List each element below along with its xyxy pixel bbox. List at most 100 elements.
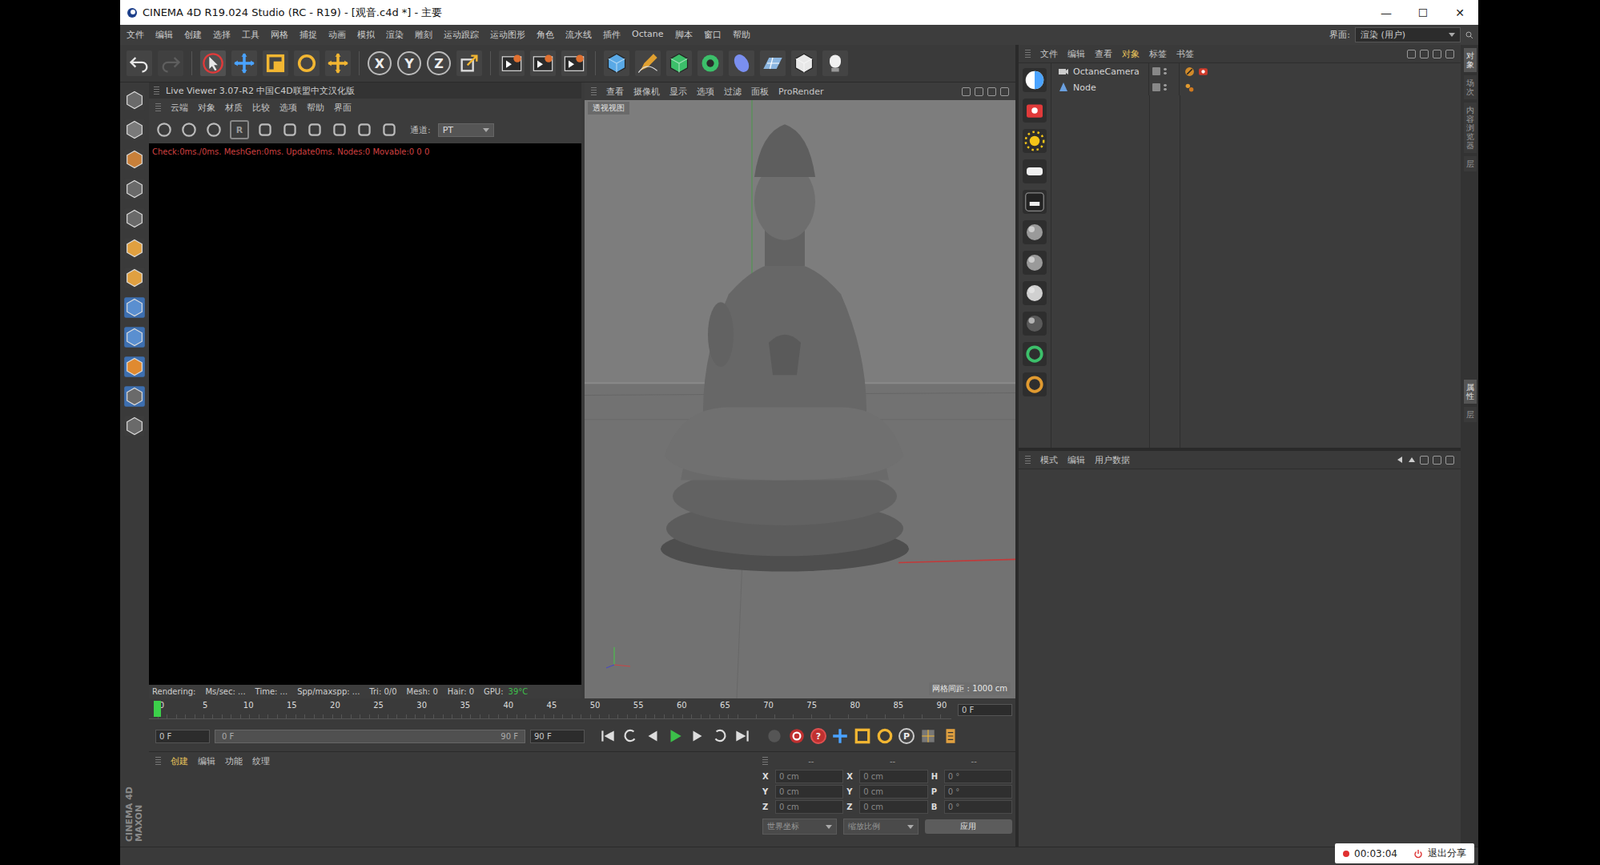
octane-tool-icon[interactable]: [1022, 159, 1047, 184]
octane-tool-icon[interactable]: [1022, 220, 1047, 245]
workplane-icon[interactable]: [123, 148, 146, 171]
octane-camera-tag-icon[interactable]: [1197, 66, 1209, 77]
menu-item[interactable]: 选项: [696, 85, 715, 98]
apply-button[interactable]: 应用: [924, 819, 1014, 834]
previous-frame-icon[interactable]: [643, 727, 662, 745]
deformer-icon[interactable]: [728, 50, 755, 77]
menu-item[interactable]: 角色: [536, 28, 555, 41]
menu-item[interactable]: 显示: [669, 85, 688, 98]
navigation-icon[interactable]: [987, 87, 997, 97]
rotation-field[interactable]: 0 °: [944, 800, 1013, 814]
menu-item[interactable]: 运动图形: [490, 28, 526, 41]
start-frame-field[interactable]: 0 F: [155, 729, 210, 744]
key-scale-icon[interactable]: [853, 727, 872, 745]
menu-item[interactable]: 文件: [126, 28, 145, 41]
size-mode-dropdown[interactable]: 缩放比例: [843, 818, 918, 835]
lv-pin-icon[interactable]: [355, 120, 374, 139]
protection-tag-icon[interactable]: [1184, 66, 1195, 77]
side-tab[interactable]: 属性: [1463, 379, 1477, 404]
window-control-button[interactable]: —: [1367, 6, 1405, 20]
side-tab[interactable]: 对象: [1463, 48, 1477, 73]
undo-icon[interactable]: [126, 50, 153, 77]
manager-tool-icon[interactable]: [1407, 49, 1416, 59]
floor-icon[interactable]: [759, 50, 786, 77]
transform-icon[interactable]: [325, 50, 351, 77]
menu-item[interactable]: 模拟: [357, 28, 375, 41]
octane-tool-icon[interactable]: [1022, 98, 1047, 123]
lv-marker-icon[interactable]: [380, 120, 398, 139]
menu-item[interactable]: 动画: [328, 28, 346, 41]
channel-dropdown[interactable]: PT: [438, 123, 495, 137]
texture-mode-icon[interactable]: [123, 118, 146, 141]
playhead[interactable]: [153, 700, 161, 717]
menu-item[interactable]: 帮助: [732, 28, 751, 41]
search-icon[interactable]: [1465, 31, 1474, 40]
frame-range-slider[interactable]: 0 F 90 F: [214, 729, 526, 744]
menu-item[interactable]: 模式: [1040, 454, 1058, 467]
menu-item[interactable]: 纹理: [252, 755, 270, 768]
key-rotation-icon[interactable]: [876, 727, 894, 745]
record-icon[interactable]: [787, 727, 806, 745]
position-field[interactable]: 0 cm: [775, 784, 844, 799]
window-control-button[interactable]: ✕: [1441, 6, 1479, 20]
menu-item[interactable]: 查看: [606, 85, 624, 98]
timeline-window-icon[interactable]: [941, 727, 960, 745]
menu-item[interactable]: 对象: [197, 101, 216, 114]
manager-tool-icon[interactable]: [1419, 455, 1429, 465]
cloner-icon[interactable]: [697, 50, 724, 77]
render-canvas[interactable]: Check:0ms./0ms. MeshGen:0ms. Update0ms. …: [148, 143, 582, 685]
menu-item[interactable]: 标签: [1149, 48, 1167, 61]
menu-item[interactable]: 选择: [213, 28, 231, 41]
rotate-icon[interactable]: [293, 50, 320, 77]
model-mode-icon[interactable]: [123, 88, 146, 112]
perspective-viewport[interactable]: 透视视图 网格间距 : 1000 cm: [584, 100, 1016, 699]
render-dots-icon[interactable]: [1163, 83, 1167, 92]
panel-grip-icon[interactable]: [153, 86, 160, 95]
render-dots-icon[interactable]: [1163, 67, 1167, 76]
menu-item[interactable]: 云端: [170, 101, 189, 114]
timeline-ruler[interactable]: 051015202530354045505560657075808590: [148, 700, 952, 720]
menu-item[interactable]: 书签: [1176, 48, 1194, 61]
tweak-icon[interactable]: [123, 296, 146, 319]
next-frame-icon[interactable]: [688, 727, 707, 745]
node-tag-icon[interactable]: [1184, 82, 1195, 93]
panel-grip-icon[interactable]: [155, 103, 161, 112]
menu-item[interactable]: Octane: [631, 28, 664, 41]
menu-item[interactable]: 编辑: [1067, 454, 1086, 467]
menu-item[interactable]: 选项: [279, 101, 298, 114]
axis-lock-button[interactable]: Z: [426, 51, 451, 76]
scale-icon[interactable]: [262, 50, 289, 77]
lock-workplane-icon[interactable]: [123, 385, 146, 408]
octane-tool-icon[interactable]: [1022, 189, 1047, 214]
end-frame-field[interactable]: 90 F: [530, 729, 585, 744]
menu-item[interactable]: 插件: [603, 28, 621, 41]
plane-icon[interactable]: [123, 414, 146, 438]
menu-item[interactable]: 编辑: [155, 28, 173, 41]
manager-tool-icon[interactable]: [1445, 49, 1455, 59]
navigation-icon[interactable]: [1000, 87, 1010, 97]
panel-grip-icon[interactable]: [1025, 455, 1031, 464]
record-off-icon[interactable]: [765, 727, 784, 745]
render-settings-icon[interactable]: [561, 50, 587, 77]
menu-item[interactable]: 渲染: [385, 28, 404, 41]
menu-item[interactable]: 面板: [751, 85, 769, 98]
octane-tool-icon[interactable]: [1022, 281, 1047, 306]
menu-item[interactable]: 材质: [225, 101, 243, 114]
menu-item[interactable]: 窗口: [703, 28, 722, 41]
visibility-check-icon[interactable]: [1152, 67, 1161, 76]
play-icon[interactable]: [666, 727, 684, 745]
menu-item[interactable]: 查看: [1094, 48, 1113, 61]
lv-stop-icon[interactable]: [155, 120, 173, 139]
menu-item[interactable]: 编辑: [1067, 48, 1086, 61]
pen-icon[interactable]: [635, 50, 661, 77]
edges-icon[interactable]: [123, 207, 146, 230]
panel-grip-icon[interactable]: [1025, 49, 1031, 58]
octane-tool-icon[interactable]: [1022, 372, 1047, 397]
side-tab[interactable]: 层: [1463, 156, 1477, 172]
lv-restart-icon[interactable]: [180, 120, 198, 139]
menu-item[interactable]: 运动跟踪: [443, 28, 479, 41]
menu-item[interactable]: 流水线: [565, 28, 592, 41]
panel-grip-icon[interactable]: [590, 87, 597, 96]
manager-tool-icon[interactable]: [1445, 455, 1455, 465]
axis-lock-button[interactable]: Y: [397, 51, 422, 76]
